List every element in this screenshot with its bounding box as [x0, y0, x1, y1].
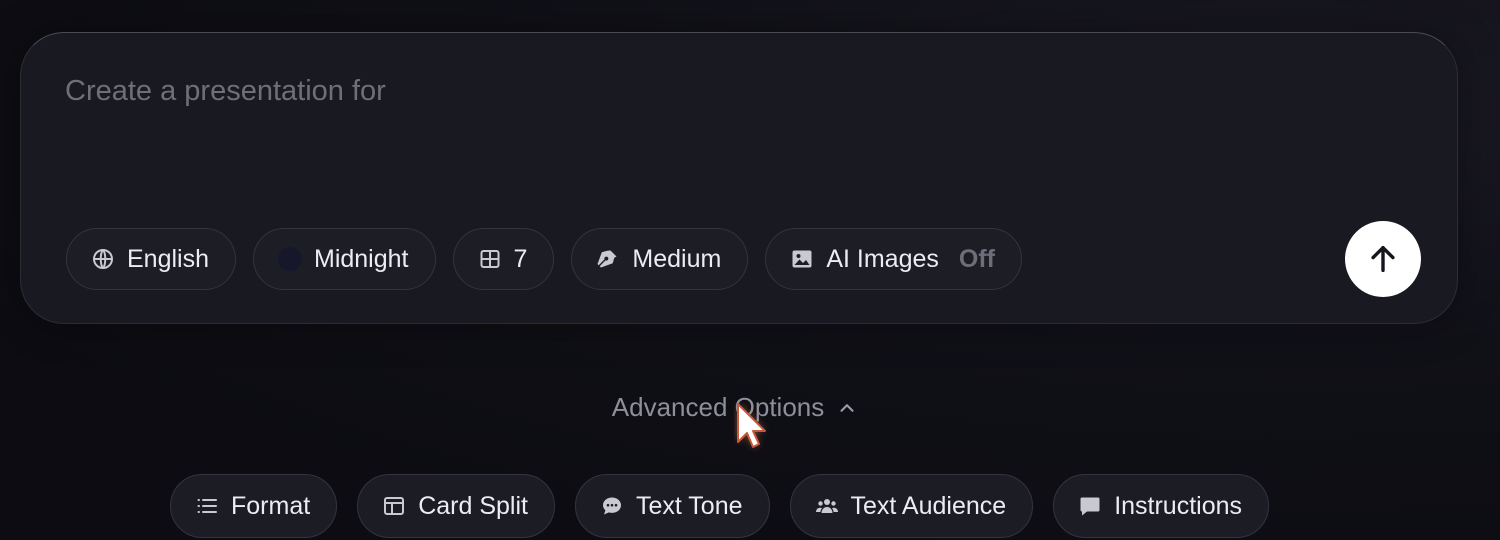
- theme-chip[interactable]: Midnight: [253, 228, 436, 290]
- image-icon: [790, 247, 814, 271]
- prompt-input[interactable]: [65, 71, 1265, 111]
- card-count-label: 7: [513, 244, 528, 273]
- text-amount-chip[interactable]: Medium: [571, 228, 749, 290]
- theme-label: Midnight: [314, 244, 409, 273]
- text-audience-option[interactable]: Text Audience: [789, 474, 1034, 538]
- advanced-options-toggle[interactable]: Advanced Options: [0, 392, 1470, 423]
- settings-chip-row: English Midnight 7 Medium AI Images Off: [66, 228, 1022, 290]
- ai-images-chip[interactable]: AI Images Off: [765, 228, 1022, 290]
- message-square-icon: [1078, 494, 1102, 518]
- layout-split-icon: [382, 494, 406, 518]
- text-tone-label: Text Tone: [635, 491, 743, 520]
- instructions-label: Instructions: [1114, 491, 1243, 520]
- advanced-options-label: Advanced Options: [611, 392, 825, 422]
- text-tone-option[interactable]: Text Tone: [574, 474, 770, 538]
- card-count-chip[interactable]: 7: [452, 228, 555, 290]
- card-split-label: Card Split: [418, 491, 528, 520]
- list-icon: [195, 494, 219, 518]
- instructions-option[interactable]: Instructions: [1053, 474, 1270, 538]
- ai-images-label: AI Images: [826, 244, 939, 273]
- chat-dots-icon: [600, 494, 624, 518]
- globe-icon: [91, 247, 115, 271]
- text-amount-label: Medium: [632, 244, 722, 273]
- advanced-options-row: Format Card Split Text Tone Text Audienc…: [170, 474, 1270, 538]
- format-option[interactable]: Format: [170, 474, 338, 538]
- card-split-option[interactable]: Card Split: [357, 474, 555, 538]
- grid-icon: [478, 247, 502, 271]
- page: English Midnight 7: [0, 0, 1500, 540]
- ai-images-status: Off: [958, 244, 995, 273]
- users-icon: [815, 494, 839, 518]
- send-button[interactable]: [1345, 221, 1421, 297]
- language-label: English: [127, 244, 209, 273]
- arrow-up-icon: [1371, 245, 1395, 273]
- theme-swatch: [278, 247, 302, 271]
- format-label: Format: [231, 491, 311, 520]
- text-audience-label: Text Audience: [850, 491, 1007, 520]
- language-chip[interactable]: English: [66, 228, 236, 290]
- chevron-up-icon: [840, 403, 854, 412]
- prompt-card: English Midnight 7: [20, 32, 1458, 324]
- pen-nib-icon: [596, 247, 620, 271]
